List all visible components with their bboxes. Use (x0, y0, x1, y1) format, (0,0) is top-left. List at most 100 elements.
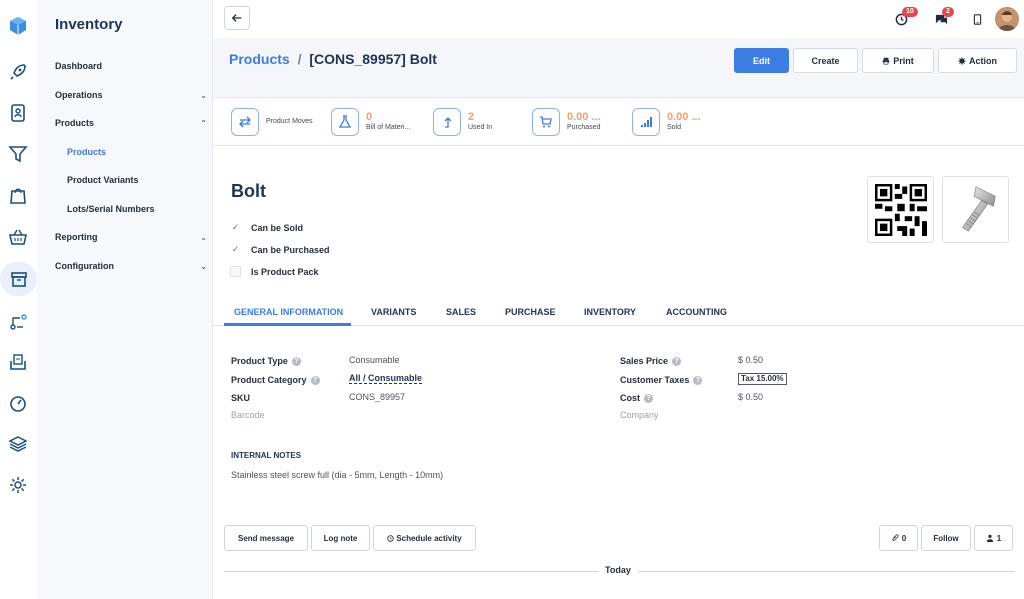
user-avatar[interactable] (995, 7, 1019, 31)
help-icon[interactable]: ? (291, 356, 301, 366)
smart-button-purchased[interactable]: 0.00 ... Purchased (532, 107, 601, 137)
shopping-bag-icon[interactable] (4, 181, 32, 209)
smart-button-product-moves[interactable]: Product Moves (231, 107, 313, 137)
sidebar-item-label: Products (67, 147, 107, 157)
sidebar-item-label: Dashboard (55, 61, 103, 71)
sales-price-label: Sales Price? (620, 356, 682, 366)
breadcrumb-current: [CONS_89957] Bolt (309, 51, 437, 67)
inventory-box-icon[interactable] (0, 262, 37, 296)
paperclip-icon (892, 534, 899, 542)
qr-code-image[interactable] (867, 176, 934, 243)
barcode-label: Barcode (231, 410, 265, 420)
tab-accounting[interactable]: ACCOUNTING (666, 307, 727, 317)
can-be-purchased-row: ✓ Can be Purchased (230, 244, 330, 255)
sku-value: CONS_89957 (349, 392, 406, 402)
speedometer-icon[interactable] (4, 389, 32, 417)
sidebar-item-label: Lots/Serial Numbers (67, 204, 155, 214)
help-icon[interactable]: ? (310, 375, 320, 385)
smart-button-label: Sold (667, 124, 682, 131)
mobile-icon[interactable] (970, 12, 984, 26)
sidebar-subitem-product-variants[interactable]: Product Variants (67, 173, 207, 187)
schedule-activity-button[interactable]: Schedule activity (373, 525, 476, 551)
is-product-pack-checkbox[interactable] (230, 266, 241, 277)
breadcrumb-parent-link[interactable]: Products (229, 51, 290, 67)
sidebar-item-products[interactable]: Products ⌃ (55, 116, 207, 130)
level-up-icon (433, 108, 461, 136)
sidebar-item-reporting[interactable]: Reporting ⌄ (55, 230, 207, 244)
arrow-left-icon (231, 14, 242, 22)
send-message-button[interactable]: Send message (224, 525, 308, 551)
basket-icon[interactable] (4, 223, 32, 251)
field-label-text: Product Type (231, 356, 288, 366)
help-icon[interactable]: ? (672, 356, 682, 366)
active-tab-indicator (224, 323, 351, 326)
invoice-icon[interactable] (4, 348, 32, 376)
tab-inventory[interactable]: INVENTORY (584, 307, 636, 317)
field-label-text: SKU (231, 393, 251, 403)
help-icon[interactable]: ? (693, 375, 703, 385)
form-tabs: GENERAL INFORMATION VARIANTS SALES PURCH… (213, 298, 1024, 326)
breadcrumb: Products / [CONS_89957] Bolt (229, 51, 437, 67)
smart-button-value: 0 (366, 111, 373, 123)
chevron-down-icon: ⌄ (200, 261, 207, 271)
product-category-label: Product Category? (231, 375, 320, 385)
tab-purchase[interactable]: PURCHASE (505, 307, 556, 317)
product-category-link[interactable]: All / Consumable (349, 373, 423, 384)
tab-variants[interactable]: VARIANTS (371, 307, 416, 317)
today-label: Today (598, 565, 638, 575)
follow-button[interactable]: Follow (921, 525, 971, 551)
can-be-sold-checkbox[interactable]: ✓ (230, 222, 241, 233)
product-image[interactable] (942, 176, 1009, 243)
print-button-label: Print (893, 55, 914, 66)
log-note-button[interactable]: Log note (311, 525, 370, 551)
followers-button[interactable]: 1 (974, 525, 1013, 551)
sidebar-item-dashboard[interactable]: Dashboard (55, 59, 207, 73)
sidebar-item-operations[interactable]: Operations ⌄ (55, 88, 207, 102)
cost-label: Cost? (620, 393, 653, 403)
sidebar-subitem-lots-serial[interactable]: Lots/Serial Numbers (67, 202, 207, 216)
flask-icon (331, 108, 359, 136)
can-be-sold-row: ✓ Can be Sold (230, 222, 303, 233)
layers-icon[interactable] (4, 430, 32, 458)
action-button[interactable]: Action (938, 48, 1017, 73)
messages-button[interactable]: 2 (934, 7, 954, 26)
user-icon (986, 534, 993, 542)
tab-sales[interactable]: SALES (446, 307, 476, 317)
settings-gear-icon[interactable] (4, 471, 32, 499)
sidebar-subitem-products[interactable]: Products (67, 145, 207, 159)
printer-icon (883, 57, 890, 65)
edit-button[interactable]: Edit (734, 48, 789, 73)
tax-tag: Tax 15.00% (738, 373, 787, 385)
smart-button-label: Used In (468, 124, 493, 131)
cube-icon[interactable] (4, 12, 32, 40)
is-product-pack-row: Is Product Pack (230, 266, 319, 277)
route-icon[interactable] (4, 308, 32, 336)
qr-code-icon (874, 183, 927, 236)
print-button[interactable]: Print (862, 48, 934, 73)
smart-button-sold[interactable]: 0.00 ... Sold (632, 107, 701, 137)
bolt-icon (961, 185, 996, 232)
smart-button-bom[interactable]: 0 Bill of Materi... (331, 107, 426, 137)
contacts-icon[interactable] (4, 99, 32, 127)
smart-button-value: 2 (468, 111, 475, 123)
can-be-purchased-checkbox[interactable]: ✓ (230, 244, 241, 255)
smart-buttons: Product Moves 0 Bill of Materi... 2 Used… (213, 98, 1024, 146)
chevron-down-icon: ⌄ (200, 232, 207, 242)
activity-button[interactable]: 10 (894, 7, 918, 26)
create-button[interactable]: Create (793, 48, 858, 73)
tab-general-information[interactable]: GENERAL INFORMATION (234, 307, 343, 317)
sales-price-value: $ 0.50 (738, 355, 764, 365)
can-be-sold-label: Can be Sold (251, 222, 304, 233)
smart-button-label: Product Moves (266, 118, 313, 125)
smart-button-used-in[interactable]: 2 Used In (433, 107, 492, 137)
sidebar-item-configuration[interactable]: Configuration ⌄ (55, 259, 207, 273)
messages-badge: 2 (942, 7, 954, 17)
field-label-text: Product Category (231, 375, 307, 385)
rocket-icon[interactable] (4, 58, 32, 86)
back-button[interactable] (224, 6, 250, 30)
help-icon[interactable]: ? (644, 393, 653, 403)
attachments-button[interactable]: 0 (879, 525, 918, 551)
funnel-icon[interactable] (4, 140, 32, 168)
sidebar-item-label: Products (55, 118, 95, 128)
sidebar-item-label: Product Variants (67, 175, 139, 185)
